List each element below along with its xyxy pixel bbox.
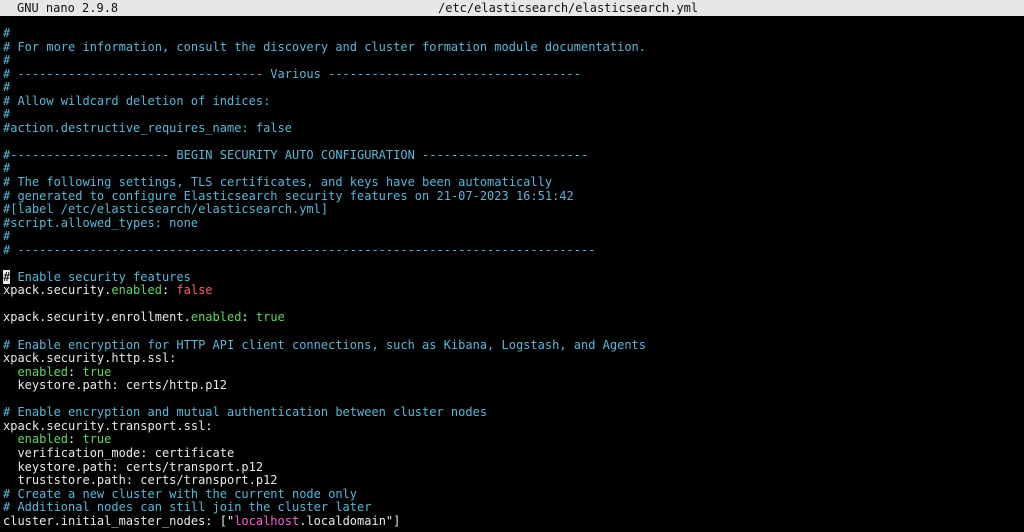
editor-line[interactable]: # [3,108,1021,122]
line-token: Enable security features [10,269,191,284]
line-token: # For more information, consult the disc… [3,39,646,54]
line-token: #action.destructive_requires_name: false [3,120,292,135]
line-token: truststore.path: certs/transport.p12 [3,473,278,488]
line-token: enabled [190,310,242,325]
editor-line[interactable] [3,298,1021,312]
line-token: #script.allowed_types: none [3,215,199,230]
line-token: enabled [17,364,69,379]
editor-line[interactable]: xpack.security.enabled: false [3,284,1021,298]
editor-line[interactable]: # [3,53,1021,68]
line-token: xpack.security.enrollment. [3,310,191,325]
editor-line[interactable]: # For more information, consult the disc… [3,39,1021,55]
line-token: #---------------------- BEGIN SECURITY A… [3,147,589,162]
line-token: true [82,432,112,447]
editor-line[interactable]: enabled: true [3,364,1021,380]
line-token: # generated to configure Elasticsearch s… [3,188,574,203]
line-token: xpack.security.transport.ssl: [3,418,213,433]
file-path: /etc/elasticsearch/elasticsearch.yml [438,1,699,15]
editor-line[interactable] [3,325,1021,339]
editor-line[interactable]: #[label /etc/elasticsearch/elasticsearch… [3,202,1021,217]
line-token [3,432,17,446]
line-token: enabled [17,432,69,447]
line-token: # [3,27,11,40]
line-token: # Create a new cluster with the current … [3,486,358,501]
line-token: xpack.security. [3,283,112,298]
line-token: # Enable encryption for HTTP API client … [3,337,646,352]
editor-line[interactable]: # [3,27,1021,41]
line-token: true [255,310,285,325]
line-token: enabled [111,283,162,298]
editor-line[interactable]: # Allow wildcard deletion of indices: [3,93,1021,109]
editor-version: GNU nano 2.9.8 [17,1,119,15]
line-token: # --------------------------------------… [3,242,596,257]
line-token: # ---------------------------------- Var… [3,66,581,81]
line-token: : [68,364,83,379]
editor-line[interactable]: # Enable security features [3,269,1021,285]
editor-line[interactable]: # generated to configure Elasticsearch s… [3,188,1021,204]
line-token: # Additional nodes can still join the cl… [3,500,372,515]
editor-line[interactable]: enabled: true [3,433,1021,447]
line-token: .localdomain"] [299,513,401,528]
editor-line[interactable]: keystore.path: certs/transport.p12 [3,459,1021,475]
editor-line[interactable] [3,257,1021,271]
editor-line[interactable]: xpack.security.enrollment.enabled: true [3,311,1021,325]
editor-line[interactable]: #script.allowed_types: none [3,215,1021,231]
line-token: # [3,229,11,244]
editor-text-area[interactable]: # # For more information, consult the dis… [3,27,1021,532]
editor-line[interactable]: # The following settings, TLS certificat… [3,175,1021,190]
line-token: cluster.initial_master_nodes: [" [3,513,235,528]
editor-line[interactable]: # ---------------------------------- Var… [3,66,1021,82]
editor-line[interactable]: # Create a new cluster with the current … [3,486,1021,502]
editor-line[interactable]: # Enable encryption for HTTP API client … [3,337,1021,353]
line-token: keystore.path: certs/transport.p12 [3,459,264,474]
editor-line[interactable]: xpack.security.http.ssl: [3,351,1021,366]
editor-line[interactable]: #---------------------- BEGIN SECURITY A… [3,147,1021,163]
line-token: verification_mode: certificate [3,445,235,460]
line-token: # The following settings, TLS certificat… [3,175,553,190]
editor-line[interactable]: # Enable encryption and mutual authentic… [3,406,1021,420]
line-token: # [3,161,11,176]
line-token: # Allow wildcard deletion of indices: [3,93,271,108]
line-token: # [3,53,11,68]
line-token: localhost [234,513,300,528]
line-token: true [82,364,112,379]
editor-line[interactable]: #action.destructive_requires_name: false [3,120,1021,136]
line-token [3,365,17,379]
editor-line[interactable] [3,135,1021,149]
editor-line[interactable]: verification_mode: certificate [3,445,1021,461]
editor-line[interactable]: # [3,229,1021,244]
editor-line[interactable]: keystore.path: certs/http.p12 [3,378,1021,393]
editor-line[interactable]: # [3,80,1021,95]
editor-line[interactable] [3,393,1021,407]
editor-line[interactable]: truststore.path: certs/transport.p12 [3,473,1021,488]
line-token: : [241,310,256,325]
line-token: #[label /etc/elasticsearch/elasticsearch… [3,202,329,217]
line-token: false [176,283,213,298]
nano-title-bar: GNU nano 2.9.8 /etc/elasticsearch/elasti… [0,0,1024,16]
line-token: # [3,80,11,95]
line-token: keystore.path: certs/http.p12 [3,378,227,393]
line-token: xpack.security.http.ssl: [3,351,177,366]
editor-line[interactable]: xpack.security.transport.ssl: [3,418,1021,434]
editor-line[interactable]: # [3,162,1021,176]
editor-line[interactable]: # --------------------------------------… [3,242,1021,258]
line-token: : [68,432,83,447]
editor-line[interactable]: cluster.initial_master_nodes: ["localhos… [3,513,1021,529]
line-token: : [161,283,177,298]
editor-line[interactable]: # Additional nodes can still join the cl… [3,500,1021,515]
line-token: # [3,107,11,122]
line-token: # Enable encryption and mutual authentic… [3,405,488,420]
